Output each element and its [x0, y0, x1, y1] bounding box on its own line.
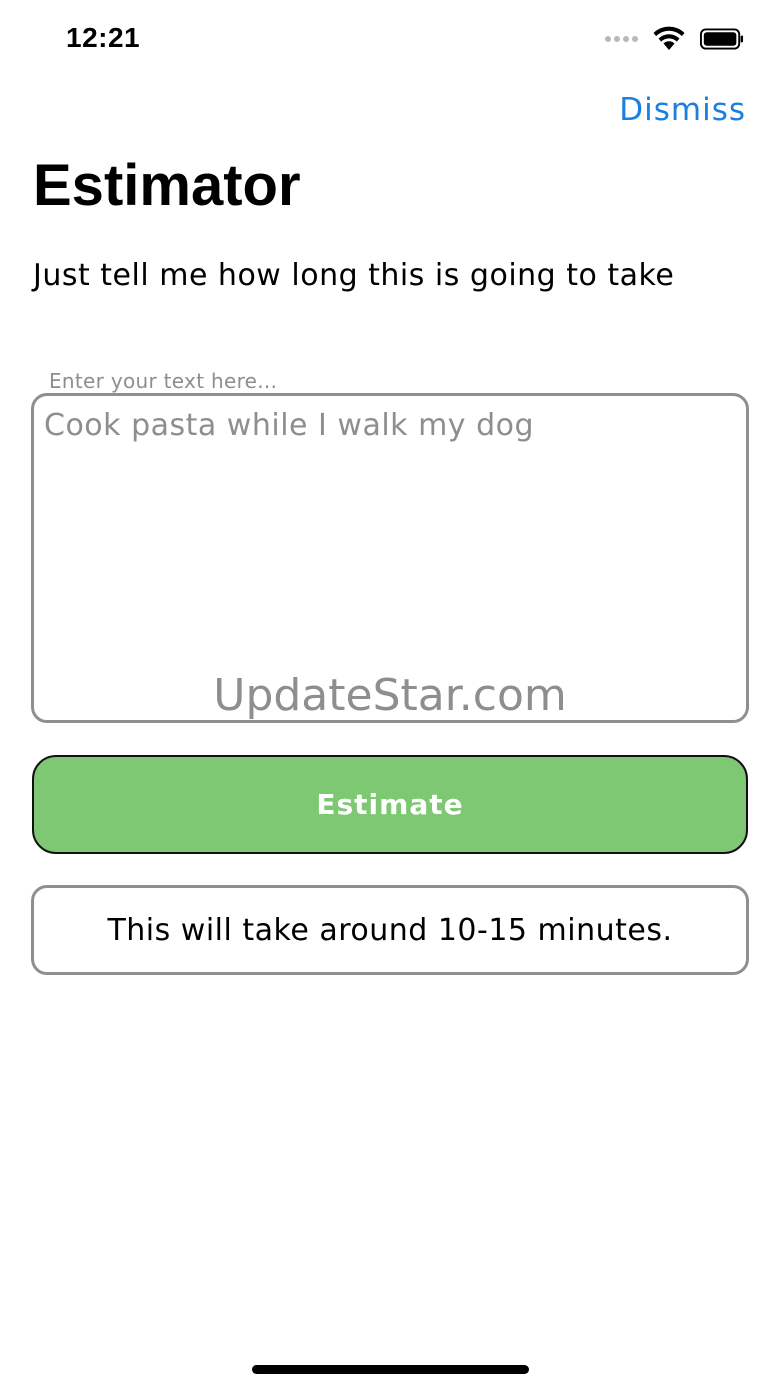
watermark: UpdateStar.com — [213, 670, 567, 721]
dismiss-button[interactable]: Dismiss — [619, 92, 746, 128]
status-icons — [605, 26, 744, 52]
task-text-value: Cook pasta while I walk my dog — [44, 408, 535, 443]
text-input-label: Enter your text here... — [49, 369, 278, 393]
status-time: 12:21 — [66, 22, 141, 53]
battery-icon — [700, 28, 744, 50]
result-box: This will take around 10-15 minutes. — [31, 885, 749, 975]
page-title: Estimator — [33, 153, 301, 218]
page-subtitle: Just tell me how long this is going to t… — [33, 258, 675, 293]
cellular-signal-icon — [605, 36, 638, 42]
result-text: This will take around 10-15 minutes. — [107, 912, 673, 948]
home-indicator[interactable] — [252, 1365, 529, 1374]
wifi-icon — [653, 26, 685, 50]
estimate-button[interactable]: Estimate — [32, 755, 748, 854]
